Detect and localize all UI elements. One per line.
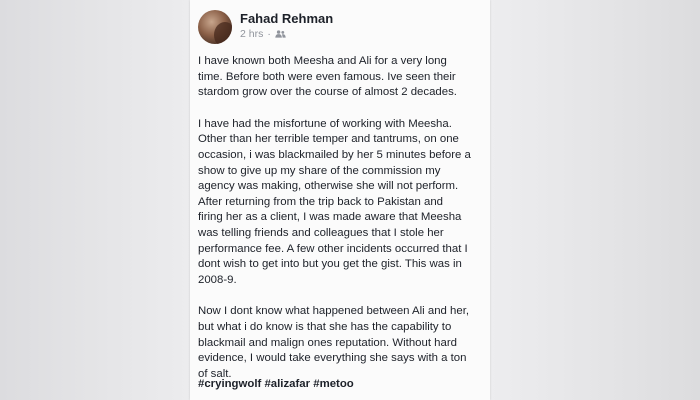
text-line: was telling friends and colleagues that …	[198, 226, 444, 239]
text-line: Other than her terrible temper and tantr…	[198, 133, 459, 146]
text-line: stardom grow over the course of almost 2…	[198, 86, 457, 99]
post-header: Fahad Rehman 2 hrs ·	[190, 8, 490, 48]
text-line: evidence, I would take everything she sa…	[198, 352, 467, 365]
hashtag-link[interactable]: #cryingwolf	[198, 378, 261, 390]
text-line: occasion, i was blackmailed by her 5 min…	[198, 148, 471, 161]
text-line: 2008-9.	[198, 273, 237, 286]
text-line: After returning from the trip back to Pa…	[198, 195, 444, 208]
friends-icon[interactable]	[275, 30, 286, 38]
text-line: dont wish to get into but you get the gi…	[198, 258, 462, 271]
author-avatar[interactable]	[198, 10, 232, 44]
facebook-post-card: Fahad Rehman 2 hrs · I have known both M…	[190, 0, 490, 400]
text-line: agency was making, otherwise she will no…	[198, 180, 459, 193]
text-line: blackmail and malign ones reputation. Wi…	[198, 336, 457, 349]
post-paragraph-1: I have known both Meesha and Ali for a v…	[198, 54, 484, 101]
post-meta: 2 hrs ·	[240, 28, 286, 40]
text-line: firing her as a client, I was made aware…	[198, 211, 462, 224]
hashtag-link[interactable]: #alizafar	[264, 378, 310, 390]
background-right	[490, 0, 700, 400]
post-timestamp[interactable]: 2 hrs	[240, 28, 263, 40]
post-paragraph-3: Now I dont know what happened between Al…	[198, 304, 484, 382]
post-text: I have known both Meesha and Ali for a v…	[198, 54, 484, 398]
text-line: time. Before both were even famous. Ive …	[198, 70, 456, 83]
text-line: I have had the misfortune of working wit…	[198, 117, 452, 130]
avatar-photo	[214, 22, 232, 44]
post-paragraph-2: I have had the misfortune of working wit…	[198, 117, 484, 289]
meta-separator: ·	[267, 28, 271, 40]
hashtag-row: #cryingwolf #alizafar #metoo	[198, 378, 354, 390]
author-name[interactable]: Fahad Rehman	[240, 11, 333, 26]
text-line: performance fee. A few other incidents o…	[198, 242, 468, 255]
hashtag-link[interactable]: #metoo	[313, 378, 354, 390]
text-line: I have known both Meesha and Ali for a v…	[198, 55, 447, 67]
background-left	[0, 0, 190, 400]
text-line: but what i do know is that she has the c…	[198, 320, 452, 333]
text-line: show to give up my share of the commissi…	[198, 164, 441, 177]
text-line: Now I dont know what happened between Al…	[198, 305, 470, 318]
